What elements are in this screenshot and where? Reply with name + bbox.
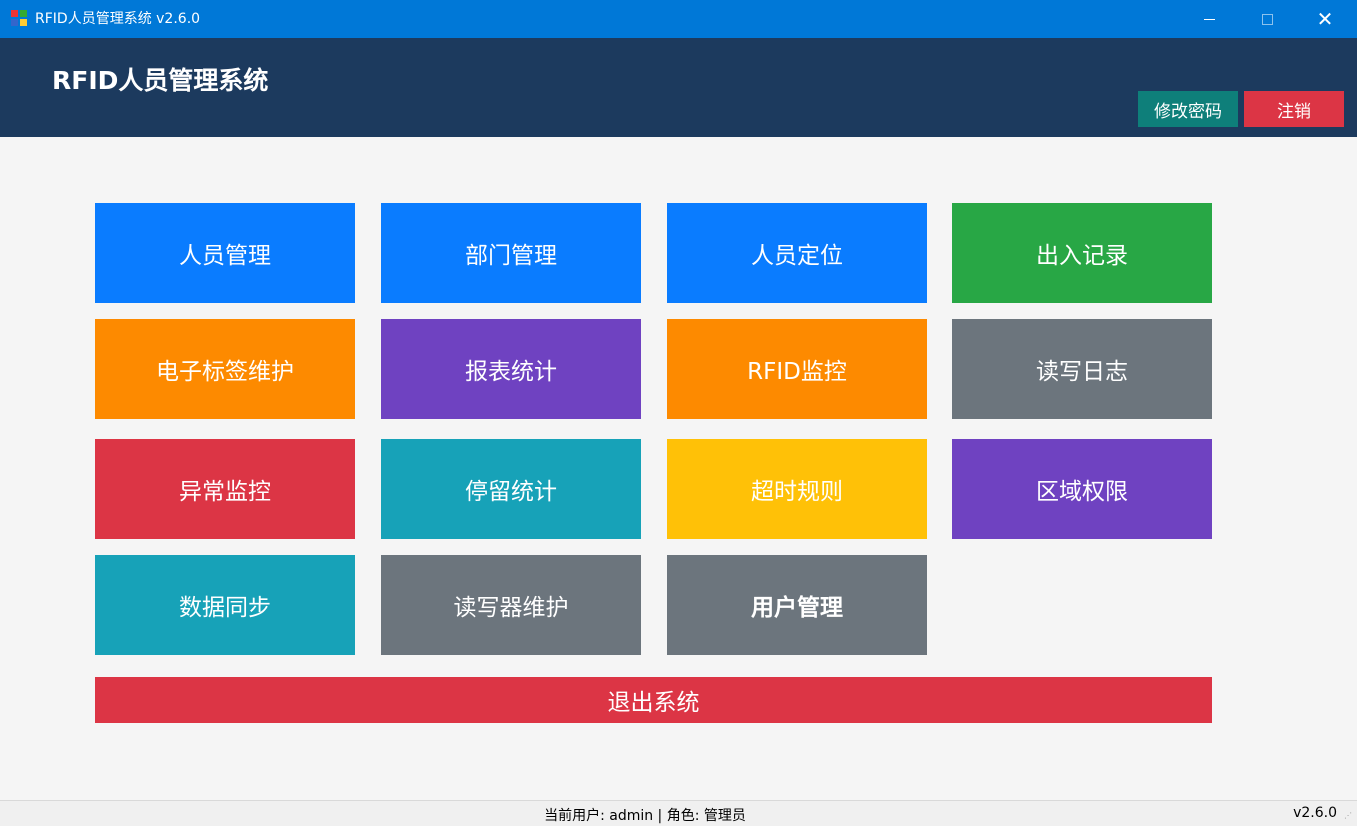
tile-read-write-log[interactable]: 读写日志 — [952, 319, 1212, 419]
maximize-icon — [1261, 13, 1273, 25]
tile-exception-monitor[interactable]: 异常监控 — [95, 439, 355, 539]
maximize-button[interactable] — [1244, 0, 1290, 38]
tile-rfid-monitor[interactable]: RFID监控 — [667, 319, 927, 419]
minimize-button[interactable] — [1186, 0, 1232, 38]
logout-button[interactable]: 注销 — [1244, 91, 1344, 127]
tile-access-records[interactable]: 出入记录 — [952, 203, 1212, 303]
window-titlebar: RFID人员管理系统 v2.6.0 ✕ — [0, 0, 1357, 38]
tile-personnel-location[interactable]: 人员定位 — [667, 203, 927, 303]
close-button[interactable]: ✕ — [1302, 0, 1348, 38]
app-icon — [11, 10, 29, 27]
tile-tag-maintenance[interactable]: 电子标签维护 — [95, 319, 355, 419]
tile-area-permissions[interactable]: 区域权限 — [952, 439, 1212, 539]
close-icon: ✕ — [1316, 7, 1334, 31]
tile-personnel-management[interactable]: 人员管理 — [95, 203, 355, 303]
tile-user-management[interactable]: 用户管理 — [667, 555, 927, 655]
tile-report-statistics[interactable]: 报表统计 — [381, 319, 641, 419]
change-password-button[interactable]: 修改密码 — [1138, 91, 1238, 127]
version-label: v2.6.0 — [1293, 805, 1337, 821]
exit-system-button[interactable]: 退出系统 — [95, 677, 1212, 723]
tile-data-sync[interactable]: 数据同步 — [95, 555, 355, 655]
header-title: RFID人员管理系统 — [52, 66, 269, 95]
minimize-icon — [1203, 18, 1215, 20]
tile-department-management[interactable]: 部门管理 — [381, 203, 641, 303]
status-bar: 当前用户: admin | 角色: 管理员 v2.6.0 ⋰ — [0, 800, 1357, 826]
tile-reader-maintenance[interactable]: 读写器维护 — [381, 555, 641, 655]
resize-grip-icon[interactable]: ⋰ — [1344, 812, 1354, 823]
current-user-status: 当前用户: admin | 角色: 管理员 — [544, 808, 746, 824]
tile-timeout-rules[interactable]: 超时规则 — [667, 439, 927, 539]
app-header: RFID人员管理系统 修改密码 注销 — [0, 38, 1357, 137]
tile-stay-statistics[interactable]: 停留统计 — [381, 439, 641, 539]
window-title: RFID人员管理系统 v2.6.0 — [35, 11, 201, 27]
